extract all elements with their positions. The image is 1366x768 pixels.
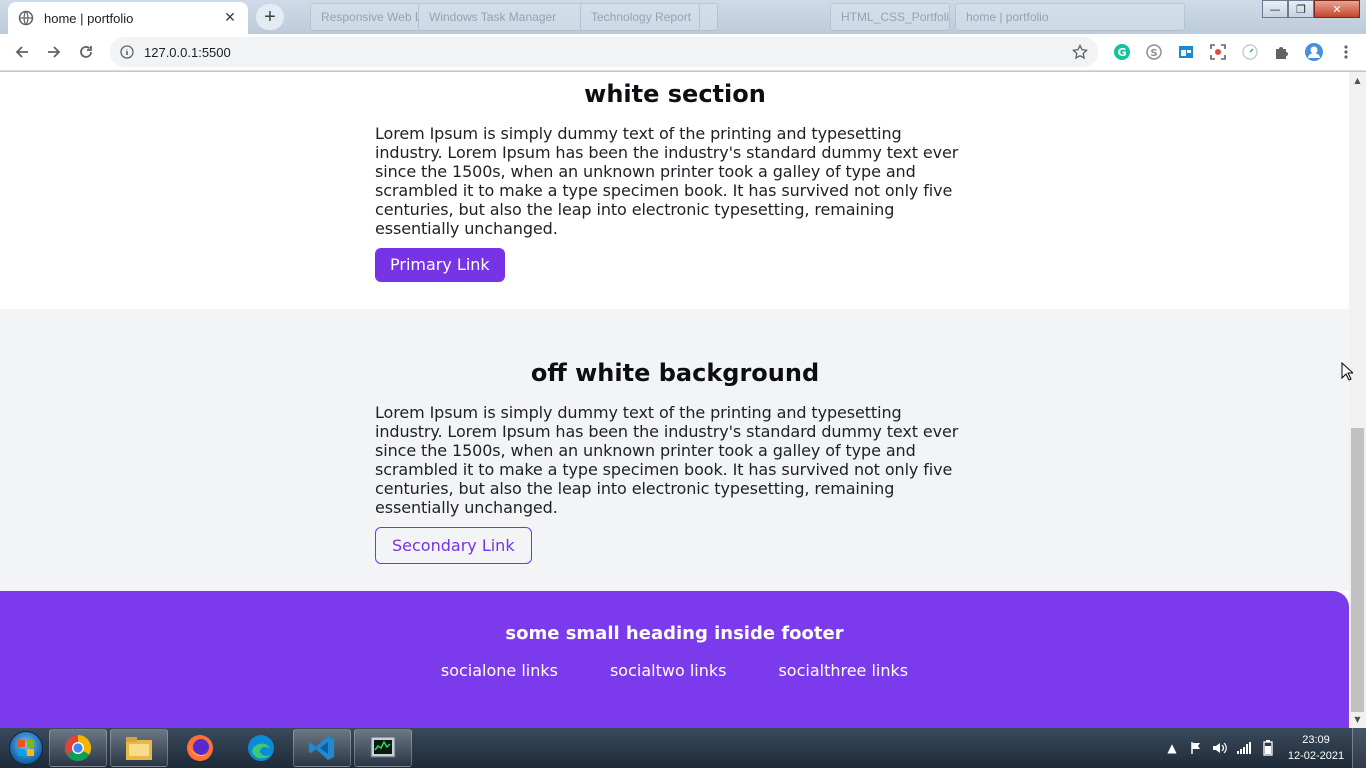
background-tab: Technology Report [580, 3, 700, 31]
window-controls: — ❐ ✕ [1262, 0, 1360, 18]
footer-heading: some small heading inside footer [505, 623, 844, 644]
taskbar-edge[interactable] [232, 729, 290, 767]
white-section-heading: white section [584, 80, 766, 108]
file-explorer-icon [126, 737, 152, 760]
background-windows: Responsive Web Design Windows Task Manag… [300, 0, 1200, 34]
tab-title: home | portfolio [44, 10, 134, 26]
puzzle-icon[interactable] [1266, 36, 1298, 68]
footer-link-socialtwo[interactable]: socialtwo links [610, 661, 726, 680]
off-white-section: off white background Lorem Ipsum is simp… [0, 309, 1349, 591]
off-white-section-paragraph: Lorem Ipsum is simply dummy text of the … [375, 403, 959, 517]
taskbar-file-explorer[interactable] [110, 729, 168, 767]
close-window-button[interactable]: ✕ [1314, 0, 1360, 18]
footer: some small heading inside footer socialo… [0, 591, 1349, 728]
clock-time: 23:09 [1302, 734, 1330, 746]
windows-logo-icon [9, 731, 43, 765]
mouse-cursor-icon [1341, 361, 1355, 385]
system-tray: ▲ 23:09 12-02-2021 [1160, 728, 1366, 768]
tab-strip: home | portfolio ✕ + Responsive Web Desi… [0, 0, 1366, 34]
extensions-area: G S [1106, 36, 1362, 68]
network-signal-icon[interactable] [1232, 728, 1256, 768]
task-manager-icon [370, 736, 396, 758]
footer-link-socialone[interactable]: socialone links [441, 661, 558, 680]
reload-icon [80, 46, 92, 58]
scrollbar-thumb[interactable] [1351, 428, 1364, 712]
menu-icon[interactable] [1330, 36, 1362, 68]
taskbar-vscode[interactable] [293, 729, 351, 767]
minimize-button[interactable]: — [1262, 0, 1288, 18]
secondary-link-button[interactable]: Secondary Link [375, 527, 532, 564]
skype-icon[interactable]: S [1138, 36, 1170, 68]
screenshot-icon[interactable] [1202, 36, 1234, 68]
back-arrow-icon [15, 46, 28, 58]
browser-toolbar: 127.0.0.1:5500 G S [0, 34, 1366, 71]
clock-date: 12-02-2021 [1287, 750, 1345, 762]
window-icon[interactable] [1170, 36, 1202, 68]
background-tab: home | portfolio [955, 3, 1185, 31]
footer-links: socialone links socialtwo links socialth… [0, 661, 1349, 680]
svg-text:G: G [1117, 46, 1126, 59]
tab-close-icon[interactable]: ✕ [222, 10, 238, 26]
white-section: white section Lorem Ipsum is simply dumm… [0, 72, 1349, 309]
forward-button[interactable] [38, 36, 70, 68]
reload-button[interactable] [70, 36, 102, 68]
show-desktop-button[interactable] [1352, 728, 1366, 768]
taskbar: ▲ 23:09 12-02-2021 [0, 728, 1366, 768]
new-tab-button[interactable]: + [256, 4, 284, 30]
off-white-section-heading: off white background [530, 359, 820, 387]
firefox-icon [187, 735, 213, 761]
url-text[interactable]: 127.0.0.1:5500 [144, 45, 1072, 60]
page-viewport: white section Lorem Ipsum is simply dumm… [0, 72, 1349, 728]
battery-icon[interactable] [1256, 728, 1280, 768]
taskbar-chrome[interactable] [49, 729, 107, 767]
background-tab: Responsive Web Design [310, 3, 430, 31]
scroll-down-icon[interactable]: ▼ [1349, 711, 1366, 728]
forward-arrow-icon [48, 46, 61, 58]
page-scrollbar[interactable]: ▲ ▼ [1349, 72, 1366, 728]
taskbar-clock[interactable]: 23:09 12-02-2021 [1280, 732, 1352, 764]
volume-icon[interactable] [1208, 728, 1232, 768]
off-white-section-content: off white background Lorem Ipsum is simp… [375, 359, 975, 564]
address-bar[interactable]: 127.0.0.1:5500 [110, 37, 1098, 67]
timer-icon[interactable] [1234, 36, 1266, 68]
background-tab: HTML_CSS_Portfolio [830, 3, 950, 31]
white-section-paragraph: Lorem Ipsum is simply dummy text of the … [375, 124, 959, 238]
profile-icon[interactable] [1298, 36, 1330, 68]
white-section-content: white section Lorem Ipsum is simply dumm… [375, 80, 975, 282]
vscode-icon [309, 736, 334, 760]
primary-link-button[interactable]: Primary Link [375, 248, 505, 282]
tab-home-portfolio[interactable]: home | portfolio ✕ [8, 2, 248, 34]
maximize-button[interactable]: ❐ [1288, 0, 1314, 18]
info-icon[interactable] [120, 45, 134, 59]
svg-text:S: S [1150, 48, 1157, 59]
scroll-up-icon[interactable]: ▲ [1349, 72, 1366, 89]
grammarly-icon[interactable]: G [1106, 36, 1138, 68]
start-button[interactable] [6, 728, 46, 768]
taskbar-firefox[interactable] [171, 729, 229, 767]
footer-link-socialthree[interactable]: socialthree links [778, 661, 908, 680]
back-button[interactable] [6, 36, 38, 68]
globe-icon [18, 10, 34, 26]
action-center-flag-icon[interactable] [1184, 728, 1208, 768]
show-hidden-icons-icon[interactable]: ▲ [1160, 728, 1184, 768]
chrome-icon [64, 734, 92, 762]
edge-icon [248, 735, 274, 761]
bookmark-star-icon[interactable] [1072, 44, 1088, 60]
taskbar-task-manager[interactable] [354, 729, 412, 767]
